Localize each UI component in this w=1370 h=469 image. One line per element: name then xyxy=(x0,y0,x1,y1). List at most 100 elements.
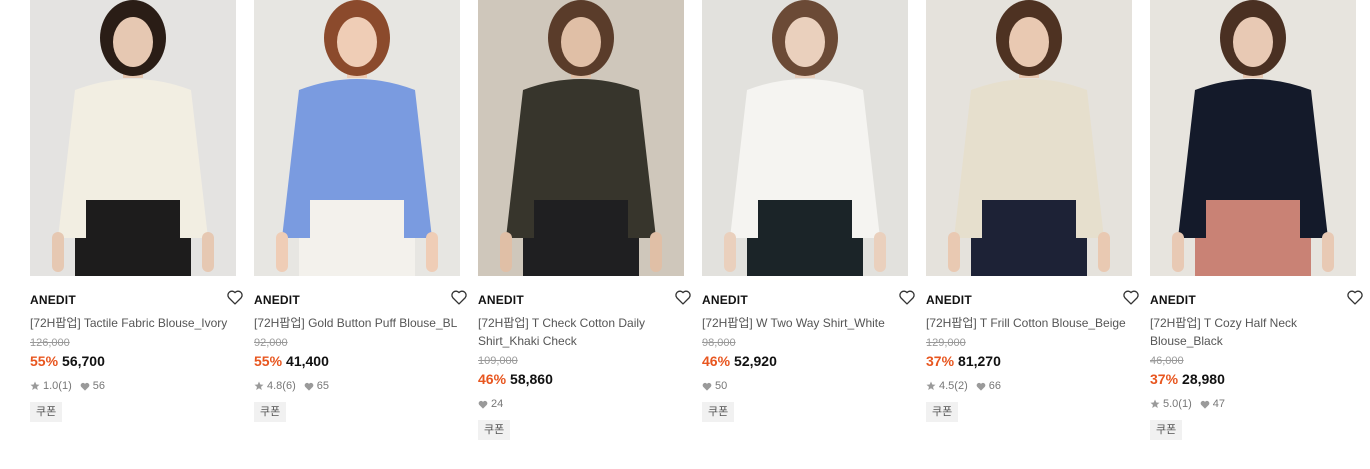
product-photo-illustration xyxy=(926,0,1132,276)
discount-rate: 46% xyxy=(478,371,507,387)
discount-rate: 55% xyxy=(30,353,59,369)
sale-price: 28,980 xyxy=(1182,371,1225,387)
heart-icon xyxy=(702,382,712,391)
product-image[interactable] xyxy=(30,0,236,276)
review-count: (2) xyxy=(954,380,968,392)
rating: 5.0 (1) xyxy=(1150,398,1192,410)
brand-name[interactable]: ANEDIT xyxy=(478,293,524,307)
discount-rate: 37% xyxy=(926,353,955,369)
original-price: 98,000 xyxy=(702,337,736,349)
product-title[interactable]: [72H팝업] T Check Cotton Daily Shirt_Khaki… xyxy=(478,314,688,350)
like-count: 47 xyxy=(1212,398,1225,410)
original-price: 46,000 xyxy=(1150,355,1184,367)
price-row: 55% 56,700 xyxy=(30,352,236,370)
product-photo-illustration xyxy=(254,0,460,276)
sale-price: 58,860 xyxy=(510,371,553,387)
brand-name[interactable]: ANEDIT xyxy=(254,293,300,307)
discount-rate: 46% xyxy=(702,353,731,369)
heart-icon xyxy=(304,382,314,391)
price-row: 46% 52,920 xyxy=(702,352,908,370)
like-count: 50 xyxy=(715,380,728,392)
wishlist-heart-icon[interactable] xyxy=(226,289,246,307)
likes: 24 xyxy=(478,398,503,410)
coupon-badge[interactable]: 쿠폰 xyxy=(478,420,511,440)
product-title[interactable]: [72H팝업] Gold Button Puff Blouse_BL xyxy=(254,314,464,332)
coupon-badge[interactable]: 쿠폰 xyxy=(254,402,287,422)
brand-name[interactable]: ANEDIT xyxy=(702,293,748,307)
product-title[interactable]: [72H팝업] W Two Way Shirt_White xyxy=(702,314,912,332)
heart-icon xyxy=(478,400,488,409)
star-icon xyxy=(926,381,936,390)
sale-price: 81,270 xyxy=(958,353,1001,369)
product-image[interactable] xyxy=(478,0,684,276)
product-title[interactable]: [72H팝업] T Frill Cotton Blouse_Beige xyxy=(926,314,1136,332)
price-row: 55% 41,400 xyxy=(254,352,460,370)
price-row: 46% 58,860 xyxy=(478,370,684,388)
product-image[interactable] xyxy=(702,0,908,276)
review-meta: 50 xyxy=(702,379,908,393)
original-price: 129,000 xyxy=(926,337,966,349)
rating-value: 4.5 xyxy=(939,380,955,392)
like-count: 66 xyxy=(988,380,1001,392)
coupon-badge[interactable]: 쿠폰 xyxy=(926,402,959,422)
product-title[interactable]: [72H팝업] Tactile Fabric Blouse_Ivory xyxy=(30,314,240,332)
review-meta: 5.0 (1) 47 xyxy=(1150,397,1356,411)
brand-name[interactable]: ANEDIT xyxy=(926,293,972,307)
discount-rate: 37% xyxy=(1150,371,1179,387)
review-meta: 4.8 (6) 65 xyxy=(254,379,460,393)
wishlist-heart-icon[interactable] xyxy=(1122,289,1142,307)
like-count: 56 xyxy=(92,380,105,392)
likes: 50 xyxy=(702,380,727,392)
heart-icon xyxy=(976,382,986,391)
likes: 65 xyxy=(304,380,329,392)
wishlist-heart-icon[interactable] xyxy=(898,289,918,307)
product-card[interactable]: ANEDIT [72H팝업] T Check Cotton Daily Shir… xyxy=(478,0,691,440)
product-photo-illustration xyxy=(478,0,684,276)
star-icon xyxy=(1150,399,1160,408)
sale-price: 56,700 xyxy=(62,353,105,369)
like-count: 24 xyxy=(491,398,504,410)
coupon-badge[interactable]: 쿠폰 xyxy=(1150,420,1183,440)
product-card[interactable]: ANEDIT [72H팝업] Tactile Fabric Blouse_Ivo… xyxy=(30,0,243,422)
review-meta: 4.5 (2) 66 xyxy=(926,379,1132,393)
price-row: 37% 28,980 xyxy=(1150,370,1356,388)
rating-value: 1.0 xyxy=(43,380,59,392)
like-count: 65 xyxy=(316,380,329,392)
original-price: 109,000 xyxy=(478,355,518,367)
product-image[interactable] xyxy=(254,0,460,276)
sale-price: 41,400 xyxy=(286,353,329,369)
coupon-badge[interactable]: 쿠폰 xyxy=(702,402,735,422)
rating: 1.0 (1) xyxy=(30,380,72,392)
likes: 66 xyxy=(976,380,1001,392)
discount-rate: 55% xyxy=(254,353,283,369)
product-image[interactable] xyxy=(1150,0,1356,276)
wishlist-heart-icon[interactable] xyxy=(1346,289,1366,307)
brand-name[interactable]: ANEDIT xyxy=(30,293,76,307)
rating: 4.8 (6) xyxy=(254,380,296,392)
coupon-badge[interactable]: 쿠폰 xyxy=(30,402,63,422)
original-price: 92,000 xyxy=(254,337,288,349)
brand-name[interactable]: ANEDIT xyxy=(1150,293,1196,307)
review-count: (1) xyxy=(1178,398,1192,410)
review-count: (1) xyxy=(58,380,72,392)
review-count: (6) xyxy=(282,380,296,392)
heart-icon xyxy=(1200,400,1210,409)
product-card[interactable]: ANEDIT [72H팝업] W Two Way Shirt_White 98,… xyxy=(702,0,915,422)
wishlist-heart-icon[interactable] xyxy=(450,289,470,307)
product-grid: ANEDIT [72H팝업] Tactile Fabric Blouse_Ivo… xyxy=(0,0,1370,469)
rating: 4.5 (2) xyxy=(926,380,968,392)
product-card[interactable]: ANEDIT [72H팝업] T Frill Cotton Blouse_Bei… xyxy=(926,0,1139,422)
product-title[interactable]: [72H팝업] T Cozy Half Neck Blouse_Black xyxy=(1150,314,1360,350)
original-price: 126,000 xyxy=(30,337,70,349)
wishlist-heart-icon[interactable] xyxy=(674,289,694,307)
product-photo-illustration xyxy=(702,0,908,276)
product-photo-illustration xyxy=(1150,0,1356,276)
product-image[interactable] xyxy=(926,0,1132,276)
likes: 47 xyxy=(1200,398,1225,410)
product-card[interactable]: ANEDIT [72H팝업] T Cozy Half Neck Blouse_B… xyxy=(1150,0,1363,440)
star-icon xyxy=(30,381,40,390)
star-icon xyxy=(254,381,264,390)
review-meta: 24 xyxy=(478,397,684,411)
review-meta: 1.0 (1) 56 xyxy=(30,379,236,393)
product-card[interactable]: ANEDIT [72H팝업] Gold Button Puff Blouse_B… xyxy=(254,0,467,422)
